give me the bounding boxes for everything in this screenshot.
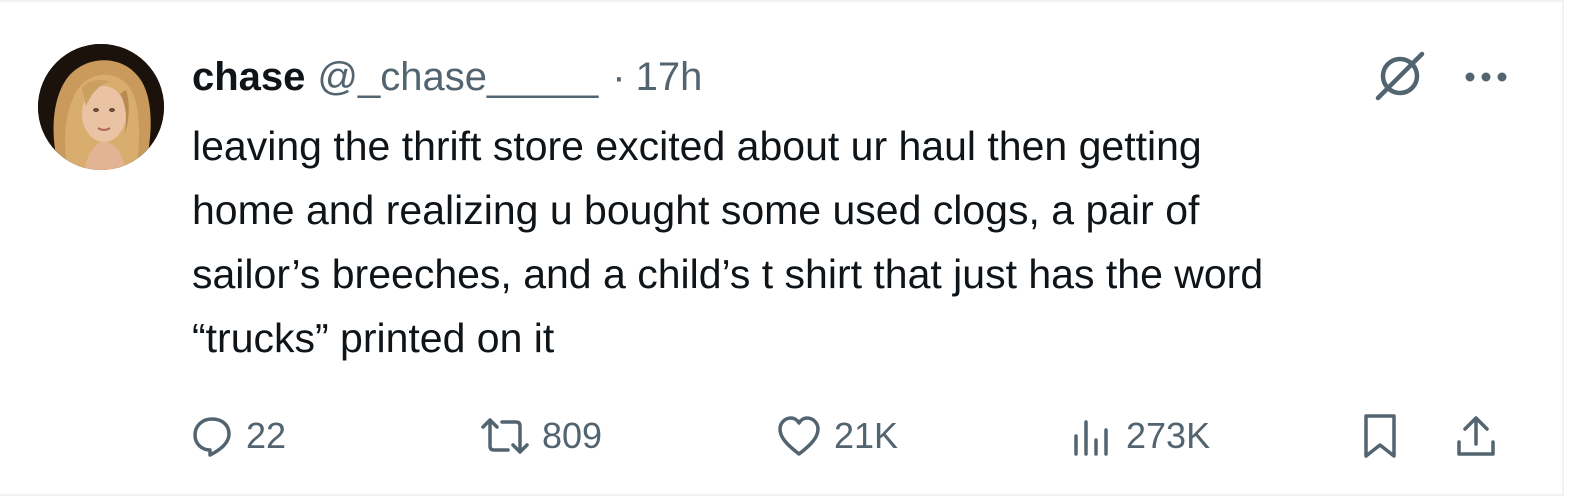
repost-button[interactable]: 809 bbox=[480, 406, 602, 466]
repost-count: 809 bbox=[542, 415, 603, 456]
views-count: 273K bbox=[1126, 415, 1211, 456]
share-button[interactable] bbox=[1454, 406, 1498, 466]
more-dots-icon bbox=[1465, 72, 1507, 82]
views-button[interactable]: 273K bbox=[1070, 406, 1210, 466]
more-options-button[interactable] bbox=[1456, 52, 1516, 102]
grok-button[interactable] bbox=[1368, 46, 1432, 106]
tweet-text: leaving the thrift store excited about u… bbox=[192, 114, 1512, 370]
profile-photo-avatar bbox=[38, 44, 164, 170]
repost-icon bbox=[481, 418, 529, 454]
reply-count: 22 bbox=[246, 415, 287, 456]
tweet-text-line: home and realizing u bought some used cl… bbox=[192, 187, 1200, 233]
bookmark-button[interactable] bbox=[1358, 406, 1402, 466]
like-icon bbox=[778, 416, 820, 456]
like-count: 21K bbox=[834, 415, 899, 456]
display-name[interactable]: chase bbox=[192, 55, 305, 100]
user-handle[interactable]: @_chase_____ bbox=[317, 55, 598, 100]
like-button[interactable]: 21K bbox=[776, 406, 898, 466]
share-icon bbox=[1457, 416, 1495, 456]
action-bar: 22 809 21K 273K bbox=[190, 406, 1520, 466]
tweet-header: chase @_chase_____ · 17h bbox=[192, 54, 702, 100]
tweet-text-line: sailor’s breeches, and a child’s t shirt… bbox=[192, 251, 1264, 297]
tweet-text-line: leaving the thrift store excited about u… bbox=[192, 123, 1202, 169]
avatar[interactable] bbox=[38, 44, 164, 170]
bookmark-icon bbox=[1364, 414, 1396, 458]
reply-icon bbox=[193, 417, 231, 457]
tweet-text-line: “trucks” printed on it bbox=[192, 315, 555, 361]
reply-button[interactable]: 22 bbox=[190, 406, 286, 466]
views-icon bbox=[1074, 420, 1108, 456]
timestamp[interactable]: 17h bbox=[636, 55, 703, 100]
separator-dot: · bbox=[612, 54, 626, 99]
tweet-card[interactable]: chase @_chase_____ · 17h leaving the thr… bbox=[0, 0, 1564, 496]
grok-slash-icon bbox=[1375, 51, 1425, 101]
